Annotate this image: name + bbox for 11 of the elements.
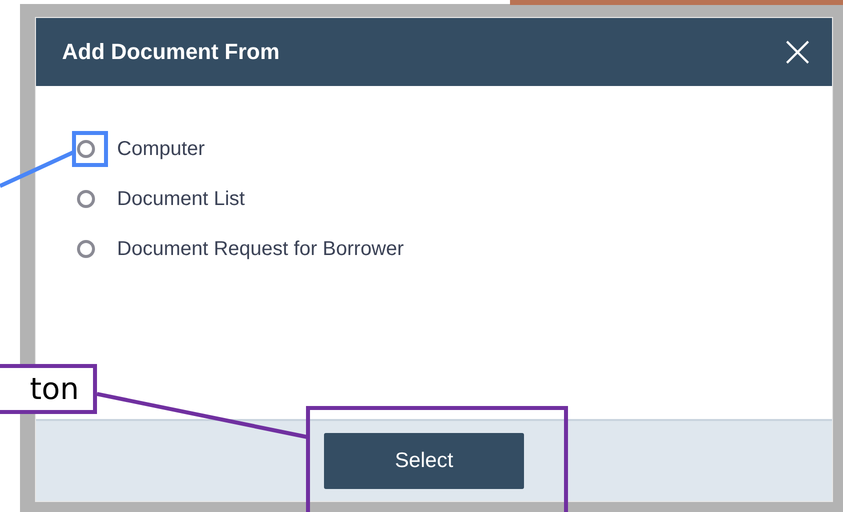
radio-button[interactable] <box>77 140 95 158</box>
dialog-title: Add Document From <box>62 39 280 65</box>
radio-button[interactable] <box>77 190 95 208</box>
radio-button[interactable] <box>77 240 95 258</box>
callout-label: ton <box>0 364 97 414</box>
close-button[interactable]: × <box>775 30 820 74</box>
highlight-box <box>72 131 108 167</box>
option-label: Computer <box>117 138 205 160</box>
select-button[interactable]: Select <box>324 433 524 489</box>
option-label: Document Request for Borrower <box>117 238 404 260</box>
option-label: Document List <box>117 188 245 210</box>
